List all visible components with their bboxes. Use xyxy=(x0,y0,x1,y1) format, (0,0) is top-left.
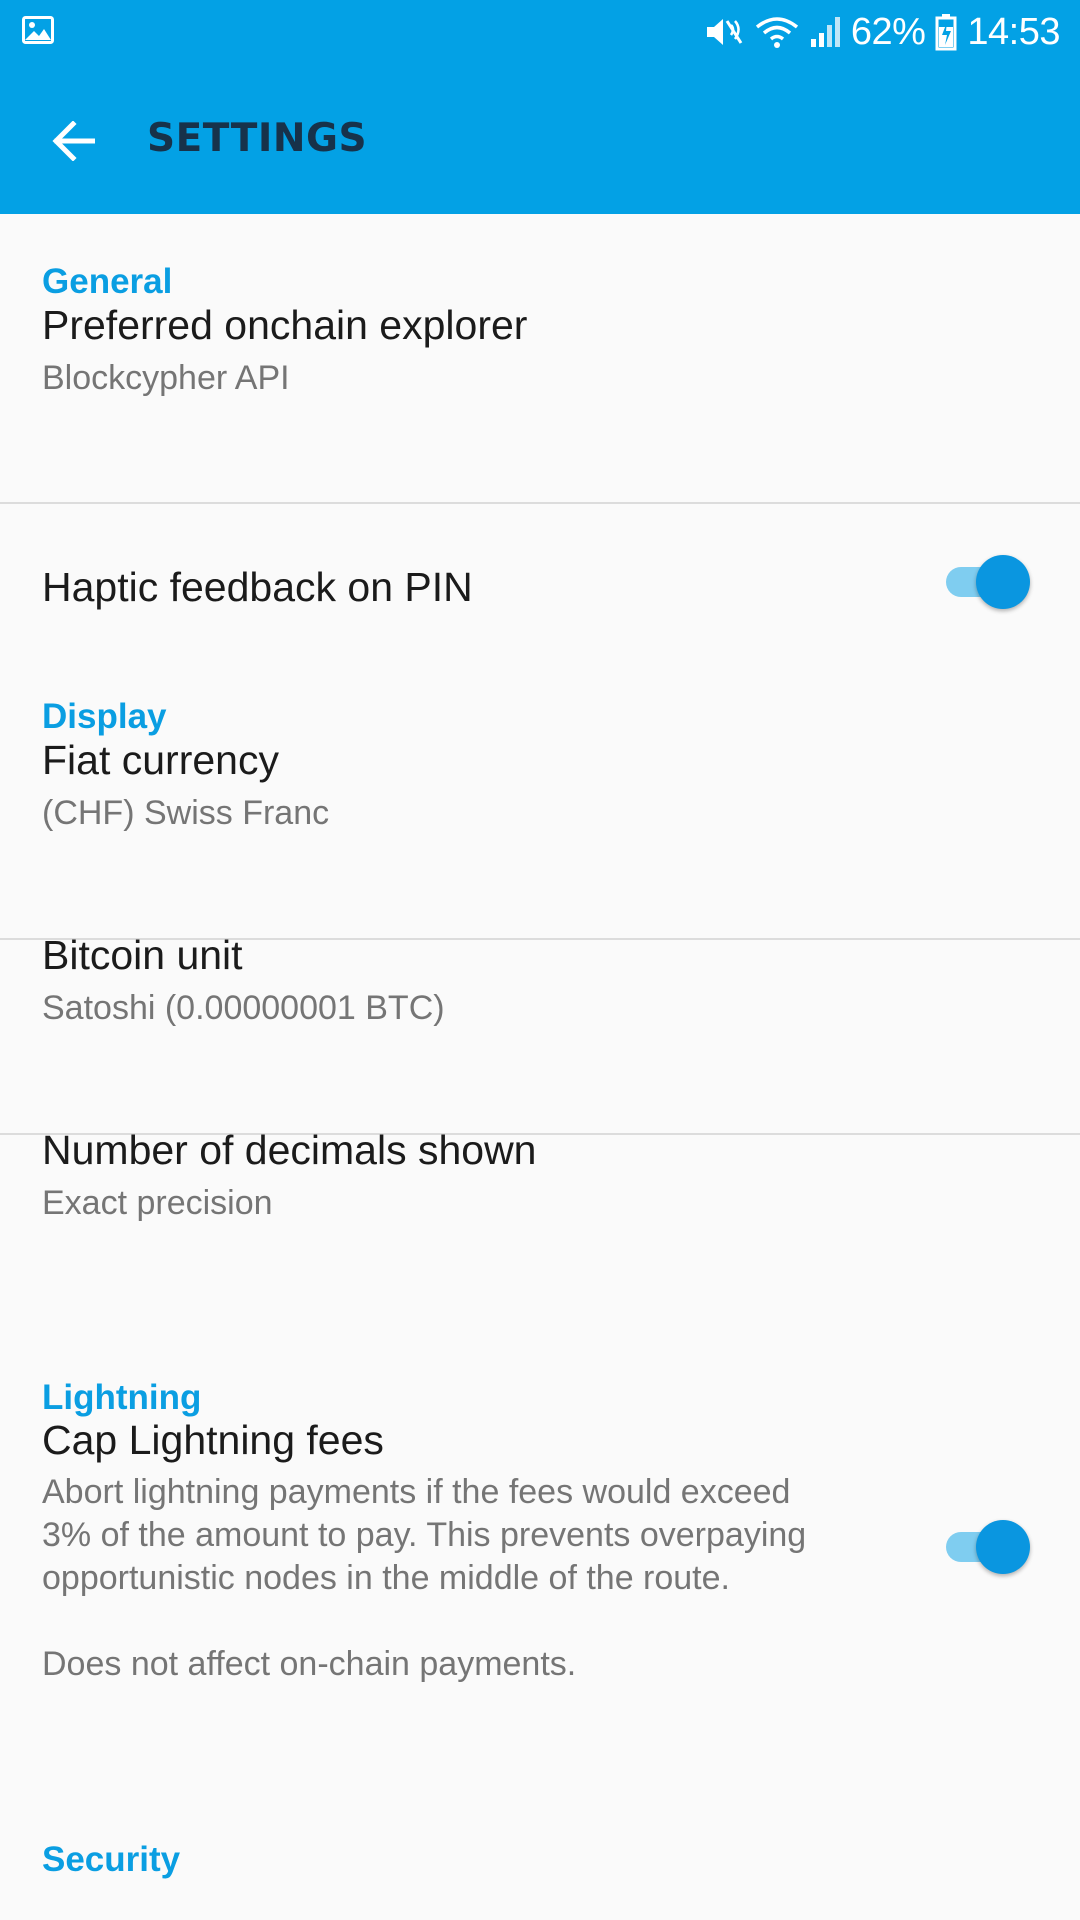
section-header-label: General xyxy=(42,262,173,301)
section-header-label: Security xyxy=(42,1840,181,1879)
app-bar: SETTINGS xyxy=(0,64,1080,214)
status-bar: 62% 14:53 xyxy=(0,0,1080,64)
pref-summary: Exact precision xyxy=(42,1184,273,1222)
cap-fees-toggle[interactable] xyxy=(946,1518,1030,1574)
haptic-toggle[interactable] xyxy=(946,553,1030,609)
pref-summary-line: Does not affect on-chain payments. xyxy=(42,1645,577,1683)
pref-haptic-feedback[interactable]: Haptic feedback on PIN xyxy=(0,504,1080,644)
back-button[interactable] xyxy=(38,106,108,176)
pref-title: Fiat currency xyxy=(42,737,279,783)
pref-onchain-explorer[interactable]: Preferred onchain explorer Blockcypher A… xyxy=(0,302,1080,417)
pref-decimals-shown[interactable]: Number of decimals shown Exact precision xyxy=(0,1127,1080,1242)
pref-summary: Abort lightning payments if the fees wou… xyxy=(42,1471,806,1686)
section-header-label: Lightning xyxy=(42,1378,202,1417)
pref-summary: Blockcypher API xyxy=(42,359,290,397)
pref-title: Preferred onchain explorer xyxy=(42,302,528,348)
pref-title: Bitcoin unit xyxy=(42,932,243,978)
pref-cap-lightning-fees[interactable]: Cap Lightning fees Abort lightning payme… xyxy=(0,1417,1080,1683)
battery-charging-icon xyxy=(935,14,957,51)
wifi-icon xyxy=(755,17,798,48)
pref-summary-line xyxy=(42,1600,806,1643)
pref-fiat-currency[interactable]: Fiat currency (CHF) Swiss Franc xyxy=(0,737,1080,852)
signal-icon xyxy=(810,17,840,47)
switch-thumb xyxy=(976,555,1030,609)
gallery-icon xyxy=(22,16,54,44)
pref-summary: (CHF) Swiss Franc xyxy=(42,794,330,832)
arrow-back-icon xyxy=(52,121,95,161)
pref-title: Haptic feedback on PIN xyxy=(42,564,473,610)
switch-thumb xyxy=(976,1520,1030,1574)
pref-title: Cap Lightning fees xyxy=(42,1417,384,1463)
pref-summary-line: opportunistic nodes in the middle of the… xyxy=(42,1559,730,1597)
pref-summary-line: 3% of the amount to pay. This prevents o… xyxy=(42,1516,807,1554)
battery-percent: 62% xyxy=(850,10,926,53)
pref-bitcoin-unit[interactable]: Bitcoin unit Satoshi (0.00000001 BTC) xyxy=(0,932,1080,1047)
page-title: SETTINGS xyxy=(147,116,368,161)
pref-title: Number of decimals shown xyxy=(42,1127,537,1173)
pref-summary-line: Abort lightning payments if the fees wou… xyxy=(42,1473,791,1511)
section-header-label: Display xyxy=(42,697,167,736)
mute-icon xyxy=(706,19,743,45)
pref-summary: Satoshi (0.00000001 BTC) xyxy=(42,989,445,1027)
clock: 14:53 xyxy=(967,10,1060,53)
